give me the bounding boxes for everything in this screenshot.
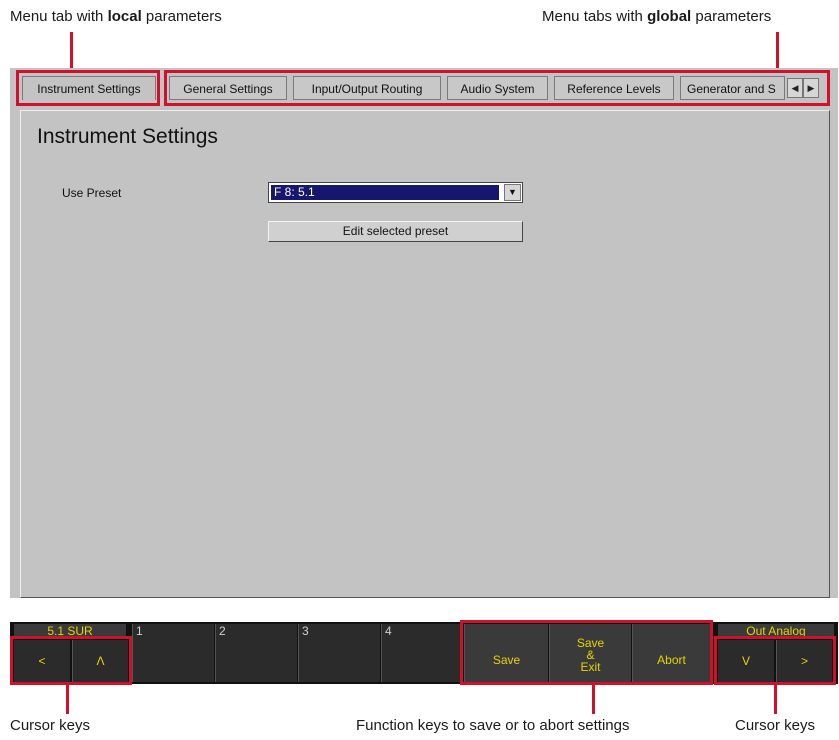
- annotation-local-tab: Menu tab with local parameters: [10, 8, 222, 25]
- page-title: Instrument Settings: [37, 125, 218, 148]
- softkey-number: 3: [298, 624, 380, 640]
- highlight-local-tab: [16, 70, 160, 106]
- pointer-line-global: [776, 32, 779, 70]
- preset-label: Use Preset: [62, 186, 122, 200]
- highlight-global-tabs: [164, 70, 830, 106]
- highlight-cursor-keys-right: [714, 636, 836, 685]
- softkey-4[interactable]: [381, 640, 461, 682]
- softkey-label: [382, 640, 461, 682]
- softkey-label: [299, 640, 380, 682]
- annotation-bold: local: [107, 8, 142, 25]
- highlight-cursor-keys-left: [10, 636, 132, 685]
- annotation-text: parameters: [691, 8, 772, 25]
- softkey-number: 2: [215, 624, 297, 640]
- highlight-function-keys: [460, 620, 713, 685]
- preset-value: F 8: 5.1: [271, 185, 499, 200]
- annotation-text: Menu tab with: [10, 8, 108, 25]
- pointer-line-cursor-left: [66, 684, 69, 714]
- annotation-text: parameters: [141, 8, 222, 25]
- softkey-3[interactable]: [298, 640, 380, 682]
- annotation-text: Menu tabs with: [542, 8, 648, 25]
- annotation-cursor-keys-left: Cursor keys: [10, 717, 91, 734]
- preset-select[interactable]: F 8: 5.1 ▼: [268, 182, 523, 203]
- edit-preset-button[interactable]: Edit selected preset: [268, 221, 523, 242]
- softkey-2[interactable]: [215, 640, 297, 682]
- chevron-down-icon[interactable]: ▼: [504, 184, 521, 201]
- annotation-global-tabs: Menu tabs with global parameters: [542, 8, 771, 25]
- softkey-label: [216, 640, 297, 682]
- annotation-bold: global: [647, 8, 692, 25]
- softkey-label: [133, 640, 214, 682]
- pointer-line-cursor-right: [774, 684, 777, 714]
- annotation-cursor-keys-right: Cursor keys: [735, 717, 816, 734]
- pointer-line-function: [592, 684, 595, 714]
- softkey-1[interactable]: [132, 640, 214, 682]
- annotation-function-keys: Function keys to save or to abort settin…: [356, 717, 630, 734]
- pointer-line-local: [70, 32, 73, 70]
- softkey-number: 4: [381, 624, 461, 640]
- softkey-number: 1: [132, 624, 214, 640]
